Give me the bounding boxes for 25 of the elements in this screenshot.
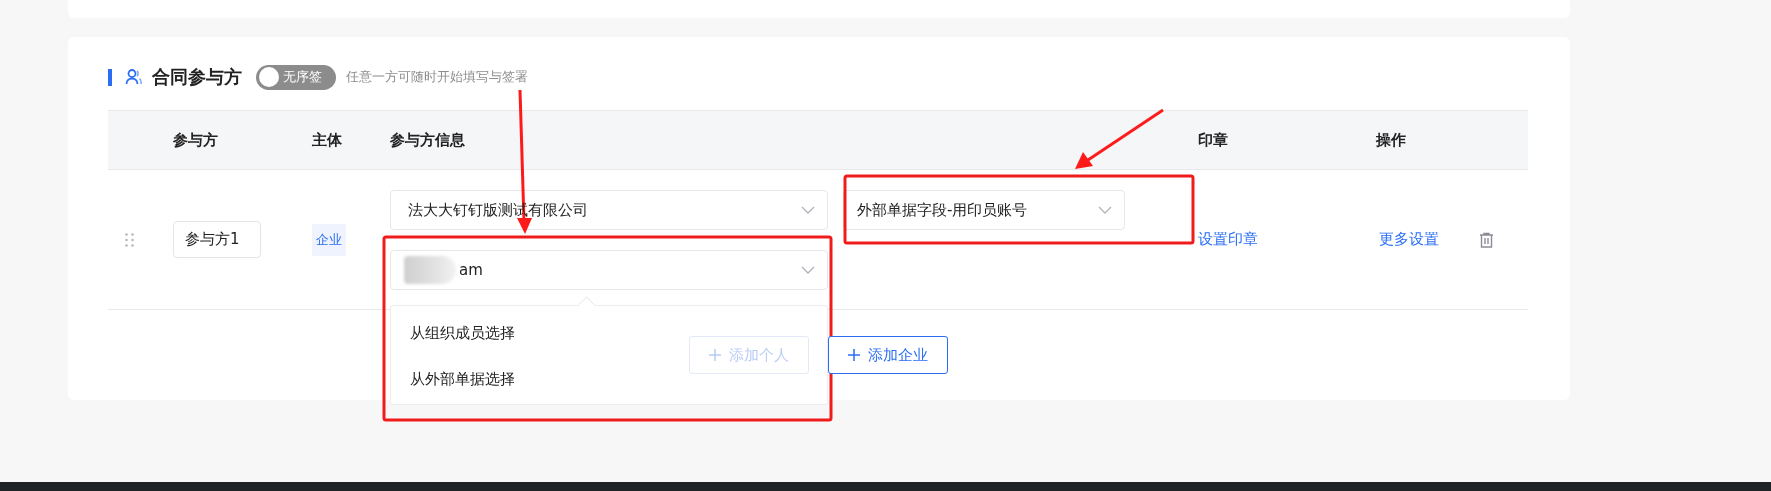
accent-bar: [108, 68, 112, 86]
column-header: 参与方信息: [390, 130, 466, 150]
set-seal-link[interactable]: 设置印章: [1198, 230, 1258, 249]
person-select[interactable]: am: [390, 250, 828, 290]
column-header: 主体: [312, 130, 343, 150]
column-header: 参与方: [173, 130, 219, 150]
menu-item[interactable]: 从外部单据选择: [410, 356, 515, 402]
trash-icon[interactable]: [1479, 231, 1494, 248]
chevron-down-icon: [1098, 206, 1112, 214]
more-settings-link[interactable]: 更多设置: [1379, 230, 1439, 249]
drag-handle-icon[interactable]: [125, 232, 134, 247]
chevron-down-icon: [801, 206, 815, 214]
column-header: 操作: [1376, 130, 1407, 150]
account-select[interactable]: 外部单据字段-用印员账号: [843, 190, 1125, 230]
people-icon: [125, 68, 143, 86]
name-input[interactable]: 参与方1: [173, 221, 261, 258]
chevron-down-icon: [801, 266, 815, 274]
hint-text: 任意一方可随时开始填写与签署: [346, 68, 528, 86]
menu-item[interactable]: 从组织成员选择: [410, 310, 515, 356]
plus-icon: [708, 349, 721, 361]
add-company-button[interactable]: 添加企业: [827, 336, 948, 374]
column-header: 印章: [1198, 130, 1229, 150]
section-title: 合同参与方: [152, 65, 242, 89]
type-tag: 企业: [312, 223, 346, 256]
plus-icon: [847, 349, 860, 361]
